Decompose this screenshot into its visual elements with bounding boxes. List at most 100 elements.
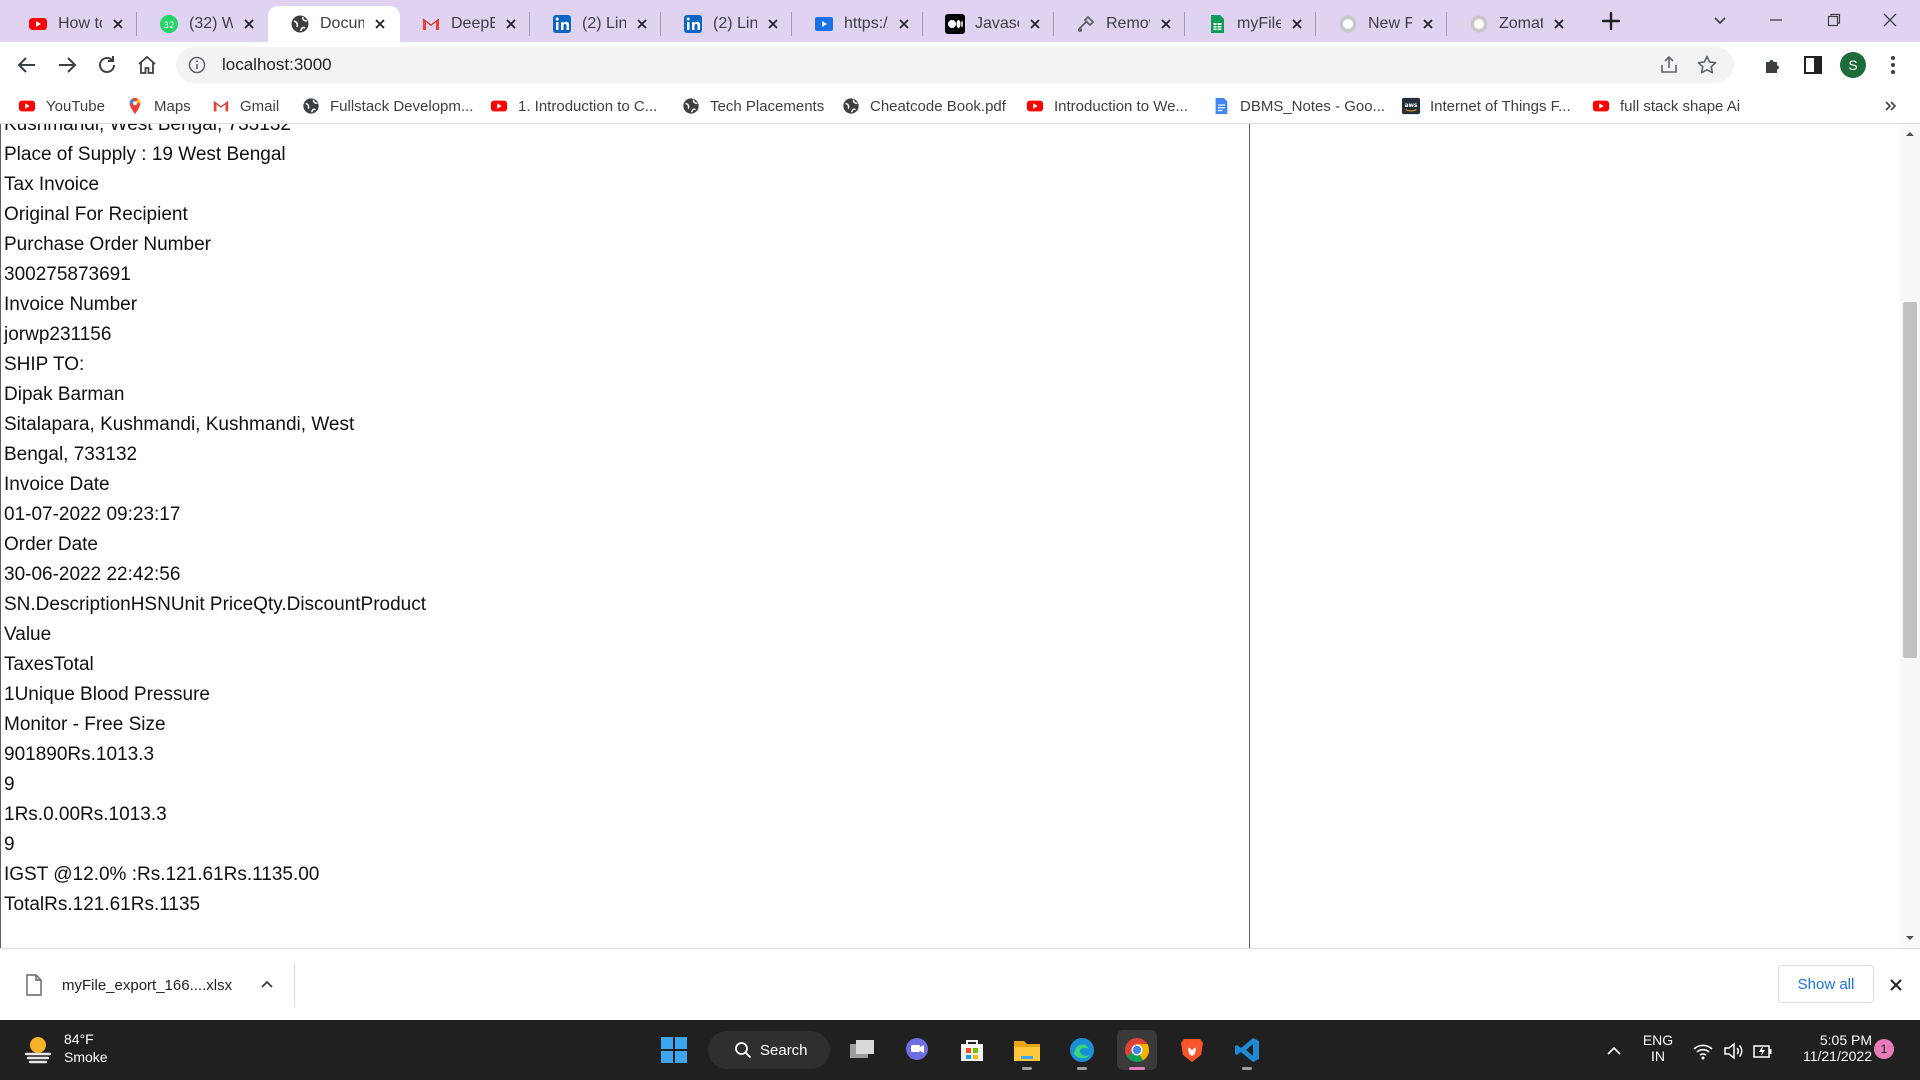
microsoft-store-icon[interactable]: [952, 1030, 992, 1070]
file-explorer-icon[interactable]: [1007, 1030, 1047, 1070]
download-bar: myFile_export_166....xlsx Show all: [0, 948, 1920, 1021]
tab-4[interactable]: DeepEc: [399, 6, 531, 42]
reload-icon[interactable]: [92, 50, 122, 80]
bookmark-3[interactable]: Gmail: [212, 94, 279, 118]
invoice-line: Invoice Number: [4, 294, 138, 315]
tab-2[interactable]: 32 (32) Wh: [137, 6, 269, 42]
home-icon[interactable]: [132, 50, 162, 80]
clock[interactable]: 5:05 PM 11/21/2022: [1786, 1032, 1872, 1064]
language-code: ENG: [1642, 1032, 1674, 1048]
gmail-icon: [421, 14, 441, 34]
tab-title: How to: [58, 15, 102, 32]
tab-5[interactable]: (2) Link: [530, 6, 662, 42]
new-tab-plus-icon[interactable]: [1598, 8, 1624, 34]
bookmark-5[interactable]: 1. Introduction to C...: [490, 94, 657, 118]
close-tab-icon[interactable]: [894, 14, 914, 34]
task-view-icon[interactable]: [842, 1030, 882, 1070]
bookmark-11[interactable]: full stack shape Ai: [1592, 94, 1740, 118]
bookmark-label: Cheatcode Book.pdf: [870, 97, 1006, 115]
bookmark-label: Tech Placements: [710, 97, 825, 115]
close-tab-icon[interactable]: [239, 14, 259, 34]
keyboard-region: IN: [1651, 1048, 1665, 1064]
close-tab-icon[interactable]: [501, 14, 521, 34]
teams-chat-icon[interactable]: [897, 1030, 937, 1070]
close-download-bar-icon[interactable]: [1886, 975, 1906, 995]
side-panel-icon[interactable]: [1799, 51, 1827, 79]
bookmark-10[interactable]: aws Internet of Things F...: [1402, 94, 1571, 118]
weather-widget[interactable]: 84°F Smoke: [22, 1030, 108, 1066]
tab-1[interactable]: How to: [6, 6, 138, 42]
bookmark-star-icon[interactable]: [1696, 54, 1718, 76]
minimize-icon[interactable]: [1756, 6, 1796, 34]
vscode-icon[interactable]: [1227, 1030, 1267, 1070]
back-icon[interactable]: [12, 50, 42, 80]
bookmarks-overflow-chevron-icon[interactable]: [1884, 94, 1898, 118]
close-tab-icon[interactable]: [108, 14, 128, 34]
language-indicator[interactable]: ENG IN: [1640, 1032, 1676, 1064]
invoice-line: 1Rs.0.00Rs.1013.3: [4, 804, 167, 825]
bookmark-label: Gmail: [240, 97, 280, 115]
tab-search-chevron-icon[interactable]: [1700, 6, 1740, 34]
aws-icon: aws: [1402, 97, 1420, 115]
brave-icon[interactable]: [1172, 1030, 1212, 1070]
docs-icon: [1212, 97, 1230, 115]
tab-7[interactable]: https://: [792, 6, 924, 42]
tab-11[interactable]: New Fil: [1316, 6, 1448, 42]
bookmark-6[interactable]: Tech Placements: [682, 94, 824, 118]
taskbar-search[interactable]: Search: [708, 1031, 830, 1069]
bookmark-7[interactable]: Cheatcode Book.pdf: [842, 94, 1006, 118]
close-tab-icon[interactable]: [1287, 14, 1307, 34]
download-item[interactable]: myFile_export_166....xlsx: [24, 963, 295, 1007]
bookmark-label: YouTube: [46, 97, 105, 115]
tab-title: (2) Link: [713, 15, 757, 32]
close-window-icon[interactable]: [1870, 6, 1910, 34]
bookmark-2[interactable]: Maps: [126, 94, 191, 118]
bookmark-9[interactable]: DBMS_Notes - Goo...: [1212, 94, 1385, 118]
vertical-scrollbar[interactable]: [1900, 124, 1920, 948]
tab-9[interactable]: Remove: [1054, 6, 1186, 42]
tab-8[interactable]: Javascri: [923, 6, 1055, 42]
bookmark-4[interactable]: Fullstack Developm...: [302, 94, 473, 118]
tab-10[interactable]: myFile_: [1185, 6, 1317, 42]
invoice-text-lines: Kushmandi, West Bengal, 733132 Place of S…: [4, 124, 426, 920]
notification-badge[interactable]: 1: [1874, 1039, 1894, 1059]
restore-icon[interactable]: [1814, 6, 1854, 34]
scrollbar-thumb[interactable]: [1903, 302, 1917, 658]
chevron-up-icon[interactable]: [258, 976, 276, 994]
address-bar[interactable]: localhost:3000: [176, 47, 1734, 83]
invoice-line: 30-06-2022 22:42:56: [4, 564, 181, 585]
extensions-puzzle-icon[interactable]: [1759, 51, 1787, 79]
tab-6[interactable]: (2) Link: [661, 6, 793, 42]
url-text[interactable]: localhost:3000: [222, 55, 1658, 75]
close-tab-icon[interactable]: [1025, 14, 1045, 34]
scroll-down-arrow-icon[interactable]: [1904, 932, 1916, 944]
tab-12[interactable]: Zomato: [1447, 6, 1579, 42]
bookmark-8[interactable]: Introduction to We...: [1026, 94, 1188, 118]
battery-charging-icon[interactable]: [1752, 1040, 1774, 1062]
file-icon: [26, 974, 42, 996]
bookmark-1[interactable]: YouTube: [18, 94, 105, 118]
close-tab-icon[interactable]: [1549, 14, 1569, 34]
bookmark-label: Internet of Things F...: [1430, 97, 1571, 115]
close-tab-icon[interactable]: [632, 14, 652, 34]
chrome-icon[interactable]: [1117, 1030, 1157, 1070]
edge-icon[interactable]: [1062, 1030, 1102, 1070]
show-hidden-icons-chevron-icon[interactable]: [1603, 1040, 1625, 1062]
github-icon: [1338, 14, 1358, 34]
close-tab-icon[interactable]: [370, 14, 390, 34]
show-all-button[interactable]: Show all: [1778, 965, 1874, 1003]
close-tab-icon[interactable]: [1156, 14, 1176, 34]
close-tab-icon[interactable]: [1418, 14, 1438, 34]
wifi-icon[interactable]: [1692, 1040, 1714, 1062]
menu-kebab-icon[interactable]: [1879, 51, 1907, 79]
profile-avatar[interactable]: S: [1839, 51, 1867, 79]
share-icon[interactable]: [1658, 54, 1680, 76]
close-tab-icon[interactable]: [763, 14, 783, 34]
forward-icon[interactable]: [52, 50, 82, 80]
site-info-icon[interactable]: [188, 56, 206, 74]
invoice-line: Place of Supply : 19 West Bengal: [4, 144, 286, 165]
tab-3[interactable]: Docum: [268, 6, 400, 42]
windows-start-icon[interactable]: [654, 1030, 694, 1070]
scroll-up-arrow-icon[interactable]: [1904, 128, 1916, 140]
volume-icon[interactable]: [1722, 1040, 1744, 1062]
